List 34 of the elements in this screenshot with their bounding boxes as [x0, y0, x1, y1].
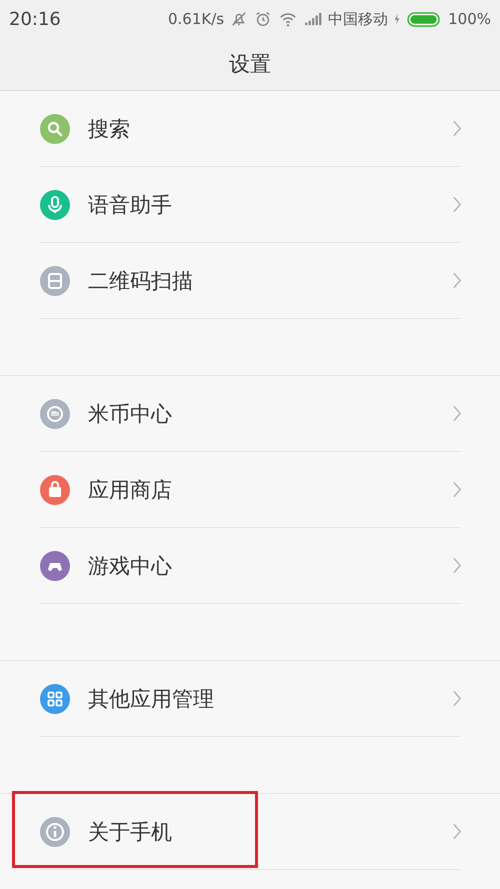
- chevron-right-icon: [453, 481, 462, 498]
- item-label: 应用商店: [88, 476, 173, 504]
- item-label: 米币中心: [88, 400, 173, 428]
- chevron-right-icon: [453, 120, 462, 137]
- chevron-right-icon: [453, 405, 462, 422]
- settings-item[interactable]: 二维码扫描: [40, 243, 460, 319]
- item-label: 其他应用管理: [88, 686, 215, 712]
- chevron-right-icon: [453, 196, 462, 213]
- chevron-right-icon: [453, 272, 462, 289]
- muted-bell-icon: [230, 10, 248, 28]
- chevron-right-icon: [453, 823, 462, 840]
- settings-item[interactable]: 其他应用管理: [40, 661, 460, 737]
- item-label: 游戏中心: [88, 552, 173, 580]
- page-title: 设置: [229, 51, 271, 78]
- charging-bolt-icon: [394, 13, 400, 25]
- settings-item[interactable]: 游戏中心: [40, 528, 460, 604]
- chevron-right-icon: [453, 557, 462, 574]
- item-label: 二维码扫描: [88, 268, 194, 294]
- settings-item[interactable]: 搜索: [40, 91, 460, 167]
- settings-item[interactable]: 关于手机: [40, 794, 460, 870]
- item-label: 搜索: [88, 116, 131, 142]
- carrier-name: 中国移动: [328, 10, 388, 28]
- network-speed: 0.61K/s: [168, 10, 224, 28]
- settings-item[interactable]: 应用商店: [40, 452, 460, 528]
- item-label: 语音助手: [88, 192, 173, 218]
- status-time: 20:16: [9, 8, 61, 30]
- item-label: 关于手机: [88, 818, 173, 846]
- settings-item[interactable]: 米币中心: [40, 376, 460, 452]
- battery-percentage: 100%: [448, 10, 491, 28]
- settings-item[interactable]: 语音助手: [40, 167, 460, 243]
- chevron-right-icon: [453, 690, 462, 707]
- battery-icon: [406, 12, 442, 26]
- alarm-clock-icon: [254, 10, 272, 28]
- signal-icon: [304, 12, 322, 26]
